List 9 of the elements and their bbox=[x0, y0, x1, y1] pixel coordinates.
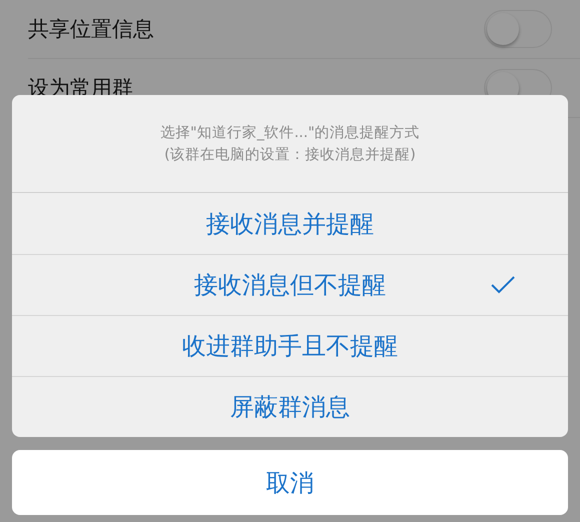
sheet-option[interactable]: 接收消息但不提醒 bbox=[12, 254, 568, 315]
sheet-option[interactable]: 收进群助手且不提醒 bbox=[12, 315, 568, 376]
sheet-option[interactable]: 屏蔽群消息 bbox=[12, 376, 568, 437]
setting-label: 共享位置信息 bbox=[28, 16, 154, 43]
sheet-subtitle: (该群在电脑的设置：接收消息并提醒) bbox=[164, 146, 416, 164]
sheet-title: 选择"知道行家_软件..."的消息提醒方式 bbox=[160, 124, 420, 142]
toggle-switch[interactable] bbox=[484, 10, 552, 48]
sheet-option[interactable]: 接收消息并提醒 bbox=[12, 193, 568, 254]
cancel-button[interactable]: 取消 bbox=[12, 450, 568, 515]
